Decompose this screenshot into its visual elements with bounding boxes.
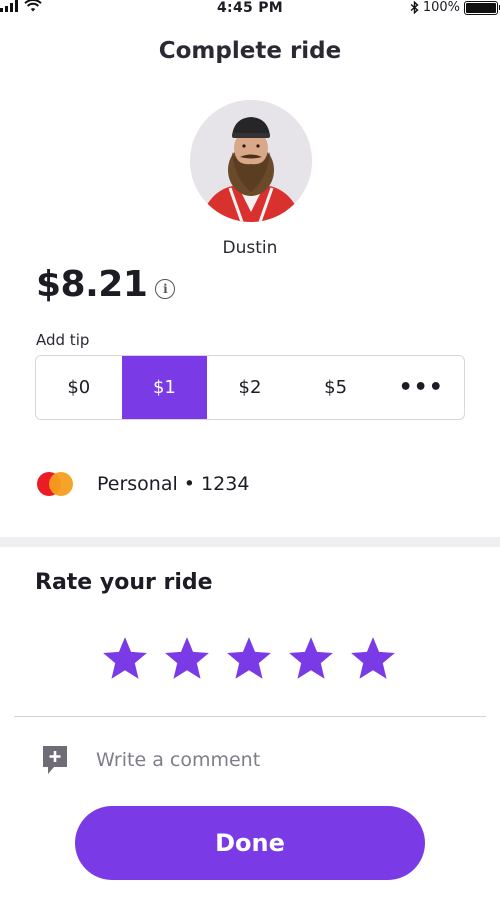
bluetooth-icon	[410, 1, 419, 14]
tip-option-1[interactable]: $1	[121, 356, 208, 419]
star-2-icon[interactable]	[162, 634, 212, 684]
star-1-icon[interactable]	[100, 634, 150, 684]
comment-placeholder: Write a comment	[96, 749, 261, 771]
tip-option-0[interactable]: $0	[36, 356, 122, 419]
fare-amount: $8.21	[36, 264, 148, 305]
tip-option-2[interactable]: $2	[207, 356, 293, 419]
tip-label: Add tip	[36, 331, 90, 349]
page-title: Complete ride	[158, 38, 342, 64]
status-bar: 4:45 PM 100%	[0, 0, 500, 18]
star-5-icon[interactable]	[348, 634, 398, 684]
add-comment-icon	[43, 746, 67, 774]
driver-avatar	[190, 100, 312, 222]
driver-name: Dustin	[222, 238, 278, 258]
tip-more-button[interactable]: •••	[378, 356, 464, 419]
comment-field[interactable]: Write a comment	[42, 745, 260, 775]
battery-icon	[464, 0, 500, 15]
tip-selector: $0 $1 $2 $5 •••	[35, 355, 465, 420]
done-button[interactable]: Done	[75, 806, 425, 880]
star-4-icon[interactable]	[286, 634, 336, 684]
battery-fill	[466, 2, 496, 13]
divider-line	[14, 716, 486, 717]
payment-method[interactable]: Personal • 1234	[37, 472, 249, 496]
info-icon[interactable]: i	[155, 278, 176, 299]
payment-label: Personal • 1234	[97, 473, 250, 495]
battery-percent: 100%	[422, 0, 460, 15]
section-divider	[0, 537, 500, 547]
status-right: 100%	[410, 0, 500, 15]
tip-option-5[interactable]: $5	[293, 356, 379, 419]
driver-photo	[190, 100, 312, 222]
fare-row: $8.21 i	[36, 264, 176, 305]
mastercard-icon	[37, 472, 73, 496]
rate-title: Rate your ride	[35, 570, 213, 595]
star-3-icon[interactable]	[224, 634, 274, 684]
star-rating	[100, 634, 398, 684]
